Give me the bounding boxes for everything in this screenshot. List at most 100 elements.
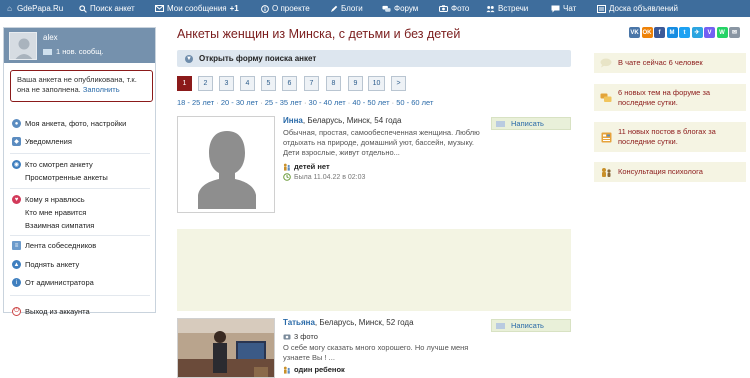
user-header: alex 1 нов. сообщ. [4, 28, 155, 63]
viber-icon[interactable]: V [704, 27, 715, 38]
mailru-icon[interactable]: M [666, 27, 678, 38]
vk-icon[interactable]: VK [629, 27, 640, 38]
blog-posts-icon [600, 132, 612, 143]
nav-messages-link[interactable]: Мои сообщения +1 [155, 4, 239, 13]
sidebar-item-notifications[interactable]: ◆ Уведомления [12, 137, 72, 146]
page-4-button[interactable]: 4 [240, 76, 255, 91]
profile-photo-placeholder[interactable] [177, 116, 275, 213]
profile-photo-count[interactable]: 3 фото [283, 332, 318, 341]
home-icon: ⌂ [7, 3, 12, 13]
family-icon [283, 366, 291, 374]
messages-icon [155, 4, 164, 13]
page-7-button[interactable]: 7 [304, 76, 319, 91]
search-icon [78, 4, 87, 13]
nav-blogs-link[interactable]: Блоги [329, 4, 363, 13]
nav-board-link[interactable]: Доска объявлений [597, 4, 678, 13]
user-name[interactable]: alex [43, 33, 58, 42]
twitter-icon[interactable]: t [679, 27, 690, 38]
open-search-form-button[interactable]: ▼ Открыть форму поиска анкет [177, 50, 571, 67]
ok-icon[interactable]: OK [641, 27, 653, 38]
profile-kids-label: один ребенок [294, 365, 345, 374]
profile-description: О себе могу сказать много хорошего. Но л… [283, 343, 469, 362]
profile-name-line: Татьяна, Беларусь, Минск, 52 года [283, 318, 414, 327]
sidebar-item-who-viewed[interactable]: ◉ Кто смотрел анкету [12, 160, 93, 169]
psychologist-consultation-box[interactable]: Консультация психолога [594, 162, 746, 182]
sidebar-item-who-i-like[interactable]: Кто мне нравится [12, 208, 86, 217]
page-5-button[interactable]: 5 [261, 76, 276, 91]
nav-chat-link[interactable]: Чат [551, 4, 576, 13]
messages-badge: +1 [229, 4, 239, 13]
profile-description: Обычная, простая, самообеспеченная женщи… [283, 128, 480, 157]
new-messages-link[interactable]: 1 нов. сообщ. [43, 47, 103, 56]
age-link-40-50[interactable]: 40 - 50 лет [352, 98, 389, 107]
profile-details: , Беларусь, Минск, 52 года [314, 318, 414, 327]
profile-photo[interactable] [177, 318, 275, 378]
nav-about-link[interactable]: О проекте [260, 4, 310, 13]
chat-icon [551, 4, 560, 13]
sidebar-item-feed[interactable]: ≡ Лента собеседников [12, 241, 96, 250]
sidebar-item-label: Лента собеседников [25, 241, 97, 250]
chat-bubble-icon [600, 58, 612, 69]
nav-board-label: Доска объявлений [609, 4, 678, 13]
email-icon[interactable]: ✉ [729, 27, 740, 38]
nav-photo-link[interactable]: Фото [439, 4, 469, 13]
avatar[interactable] [9, 32, 37, 60]
logout-icon: ⏻ [12, 307, 21, 316]
sidebar-item-my-profile[interactable]: ● Моя анкета, фото, настройки [12, 119, 126, 128]
profile-name-line: Инна, Беларусь, Минск, 54 года [283, 116, 402, 125]
nav-meetings-link[interactable]: Встречи [486, 4, 528, 13]
sidebar-item-label: От администратора [25, 278, 94, 287]
page-3-button[interactable]: 3 [219, 76, 234, 91]
nav-photo-label: Фото [451, 4, 470, 13]
divider [10, 153, 150, 154]
sidebar-item-label: Поднять анкету [25, 260, 80, 269]
psychologist-consultation-label: Консультация психолога [618, 167, 703, 176]
age-link-30-40[interactable]: 30 - 40 лет [309, 98, 346, 107]
page-9-button[interactable]: 9 [348, 76, 363, 91]
sidebar-item-mutual[interactable]: Взаимная симпатия [12, 221, 94, 230]
sidebar-item-who-likes-me[interactable]: ♥ Кому я нравлюсь [12, 195, 85, 204]
profile-details: , Беларусь, Минск, 54 года [302, 116, 402, 125]
profile-kids-label: детей нет [294, 162, 330, 171]
open-search-form-label: Открыть форму поиска анкет [199, 54, 317, 63]
fill-profile-link[interactable]: Заполнить [83, 85, 120, 94]
page-6-button[interactable]: 6 [282, 76, 297, 91]
nav-search-link[interactable]: Поиск анкет [78, 4, 135, 13]
facebook-icon[interactable]: f [654, 27, 665, 38]
nav-blogs-label: Блоги [341, 4, 363, 13]
telegram-icon[interactable]: ✈ [691, 27, 703, 38]
page-10-button[interactable]: 10 [368, 76, 385, 91]
nav-search-label: Поиск анкет [90, 4, 135, 13]
nav-meetings-label: Встречи [498, 4, 529, 13]
profile-name-link[interactable]: Инна [283, 116, 303, 125]
blogs-icon [329, 4, 338, 13]
profile-not-published-notice: Ваша анкета не опубликована, т.к. она не… [10, 70, 153, 102]
blog-posts-box[interactable]: 11 новых постов в блогах за последние су… [594, 122, 746, 152]
page-1-button[interactable]: 1 [177, 76, 192, 91]
divider [10, 235, 150, 236]
sidebar-item-logout[interactable]: ⏻ Выход из аккаунта [12, 307, 90, 316]
sidebar-item-raise-profile[interactable]: ▲ Поднять анкету [12, 260, 79, 269]
write-message-button[interactable]: Написать [491, 117, 571, 130]
profile-last-seen: Была 11.04.22 в 02:03 [283, 173, 365, 181]
chat-online-box[interactable]: В чате сейчас 6 человек [594, 53, 746, 73]
next-page-button[interactable]: > [391, 76, 406, 91]
top-navigation-bar: ⌂ GdePapa.Ru Поиск анкет Мои сообщения +… [0, 0, 750, 17]
nav-about-label: О проекте [272, 4, 310, 13]
age-link-18-25[interactable]: 18 - 25 лет [177, 98, 214, 107]
page-2-button[interactable]: 2 [198, 76, 213, 91]
profile-name-link[interactable]: Татьяна [283, 318, 315, 327]
profile-last-seen-label: Была 11.04.22 в 02:03 [294, 173, 366, 181]
sidebar-item-viewed-profiles[interactable]: Просмотренные анкеты [12, 173, 108, 182]
sidebar-item-from-admin[interactable]: i От администратора [12, 278, 94, 287]
write-message-label: Написать [511, 119, 544, 128]
write-message-button[interactable]: Написать [491, 319, 571, 332]
age-link-20-30[interactable]: 20 - 30 лет [221, 98, 258, 107]
nav-home-link[interactable]: ⌂ GdePapa.Ru [5, 4, 63, 13]
nav-forum-link[interactable]: Форум [382, 4, 418, 13]
whatsapp-icon[interactable]: W [716, 27, 728, 38]
age-link-50-60[interactable]: 50 - 60 лет [396, 98, 433, 107]
age-link-25-35[interactable]: 25 - 35 лет [265, 98, 302, 107]
forum-topics-box[interactable]: 6 новых тем на форуме за последние сутки… [594, 84, 746, 111]
page-8-button[interactable]: 8 [326, 76, 341, 91]
